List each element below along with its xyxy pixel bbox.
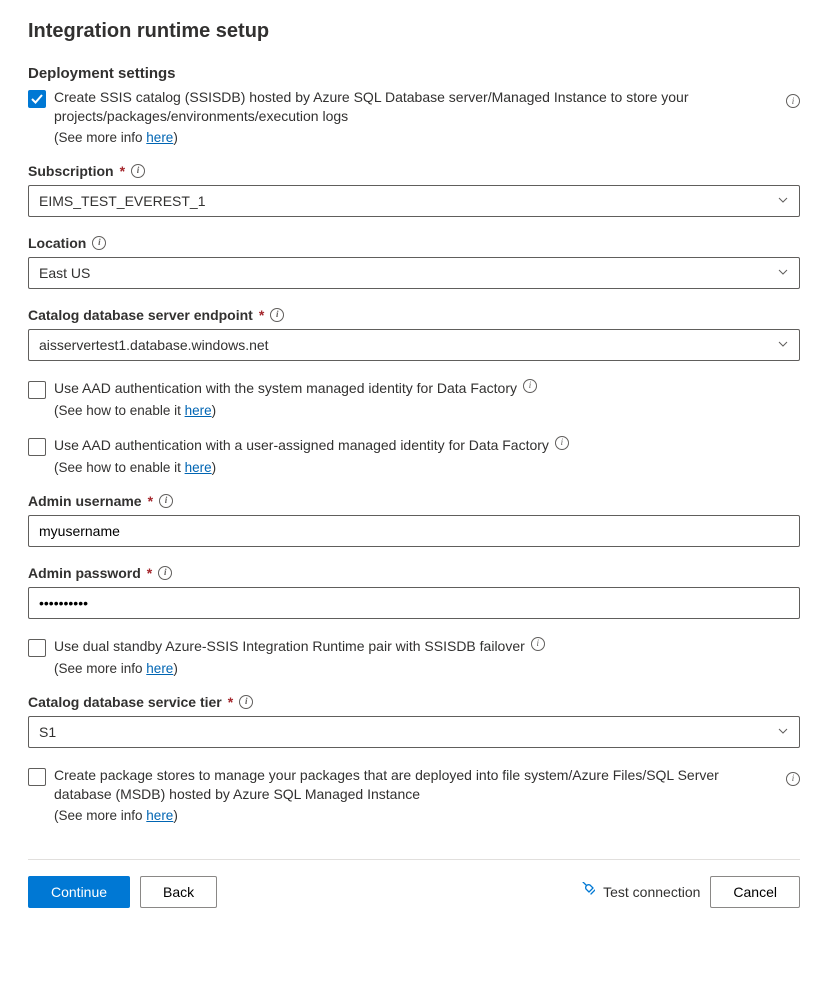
dual-standby-label: Use dual standby Azure-SSIS Integration … <box>54 637 525 656</box>
info-icon[interactable]: i <box>786 772 800 786</box>
info-icon[interactable]: i <box>523 379 537 393</box>
chevron-down-icon <box>777 724 789 740</box>
catalog-endpoint-select[interactable]: aisservertest1.database.windows.net <box>28 329 800 361</box>
service-tier-label: Catalog database service tier <box>28 694 222 710</box>
package-stores-checkbox[interactable] <box>28 768 46 786</box>
admin-password-label: Admin password <box>28 565 141 581</box>
back-button[interactable]: Back <box>140 876 217 908</box>
admin-password-input[interactable] <box>39 595 789 611</box>
package-stores-hint-link[interactable]: here <box>146 808 173 823</box>
package-stores-hint: (See more info here) <box>54 808 768 823</box>
dual-standby-hint-link[interactable]: here <box>146 661 173 676</box>
footer: Continue Back Test connection Cancel <box>28 859 800 924</box>
create-catalog-label: Create SSIS catalog (SSISDB) hosted by A… <box>54 88 768 126</box>
info-icon[interactable]: i <box>158 566 172 580</box>
aad-system-hint: (See how to enable it here) <box>54 403 800 418</box>
cancel-button[interactable]: Cancel <box>710 876 800 908</box>
continue-button[interactable]: Continue <box>28 876 130 908</box>
aad-user-label: Use AAD authentication with a user-assig… <box>54 436 549 455</box>
info-icon[interactable]: i <box>555 436 569 450</box>
admin-password-input-wrap <box>28 587 800 619</box>
admin-username-label-row: Admin username * i <box>28 493 800 509</box>
plug-icon <box>579 882 595 901</box>
info-icon[interactable]: i <box>131 164 145 178</box>
required-indicator: * <box>259 307 264 323</box>
admin-username-input[interactable] <box>39 523 789 539</box>
page-title: Integration runtime setup <box>28 20 800 43</box>
location-select[interactable]: East US <box>28 257 800 289</box>
create-catalog-hint: (See more info here) <box>54 130 768 145</box>
info-icon[interactable]: i <box>239 695 253 709</box>
info-icon[interactable]: i <box>270 308 284 322</box>
package-stores-label: Create package stores to manage your pac… <box>54 766 768 804</box>
admin-password-label-row: Admin password * i <box>28 565 800 581</box>
aad-system-label: Use AAD authentication with the system m… <box>54 379 517 398</box>
dual-standby-row: Use dual standby Azure-SSIS Integration … <box>28 637 800 657</box>
admin-username-label: Admin username <box>28 493 142 509</box>
subscription-label-row: Subscription * i <box>28 163 800 179</box>
required-indicator: * <box>147 565 152 581</box>
catalog-endpoint-label-row: Catalog database server endpoint * i <box>28 307 800 323</box>
required-indicator: * <box>120 163 125 179</box>
aad-user-hint: (See how to enable it here) <box>54 460 800 475</box>
dual-standby-checkbox[interactable] <box>28 639 46 657</box>
aad-user-hint-link[interactable]: here <box>185 460 212 475</box>
deployment-heading: Deployment settings <box>28 65 800 82</box>
chevron-down-icon <box>777 193 789 209</box>
required-indicator: * <box>228 694 233 710</box>
chevron-down-icon <box>777 265 789 281</box>
test-connection-link[interactable]: Test connection <box>579 882 700 901</box>
location-label-row: Location i <box>28 235 800 251</box>
service-tier-label-row: Catalog database service tier * i <box>28 694 800 710</box>
service-tier-select[interactable]: S1 <box>28 716 800 748</box>
required-indicator: * <box>148 493 153 509</box>
create-catalog-hint-link[interactable]: here <box>146 130 173 145</box>
aad-system-hint-link[interactable]: here <box>185 403 212 418</box>
aad-system-checkbox[interactable] <box>28 381 46 399</box>
subscription-select[interactable]: EIMS_TEST_EVEREST_1 <box>28 185 800 217</box>
subscription-label: Subscription <box>28 163 114 179</box>
info-icon[interactable]: i <box>92 236 106 250</box>
location-label: Location <box>28 235 86 251</box>
catalog-endpoint-label: Catalog database server endpoint <box>28 307 253 323</box>
create-catalog-checkbox[interactable] <box>28 90 46 108</box>
aad-user-row: Use AAD authentication with a user-assig… <box>28 436 800 456</box>
aad-system-row: Use AAD authentication with the system m… <box>28 379 800 399</box>
info-icon[interactable]: i <box>531 637 545 651</box>
create-catalog-row: Create SSIS catalog (SSISDB) hosted by A… <box>28 88 800 145</box>
admin-username-input-wrap <box>28 515 800 547</box>
chevron-down-icon <box>777 337 789 353</box>
package-stores-row: Create package stores to manage your pac… <box>28 766 800 823</box>
info-icon[interactable]: i <box>159 494 173 508</box>
check-icon <box>31 93 43 105</box>
aad-user-checkbox[interactable] <box>28 438 46 456</box>
info-icon[interactable]: i <box>786 94 800 108</box>
dual-standby-hint: (See more info here) <box>54 661 800 676</box>
